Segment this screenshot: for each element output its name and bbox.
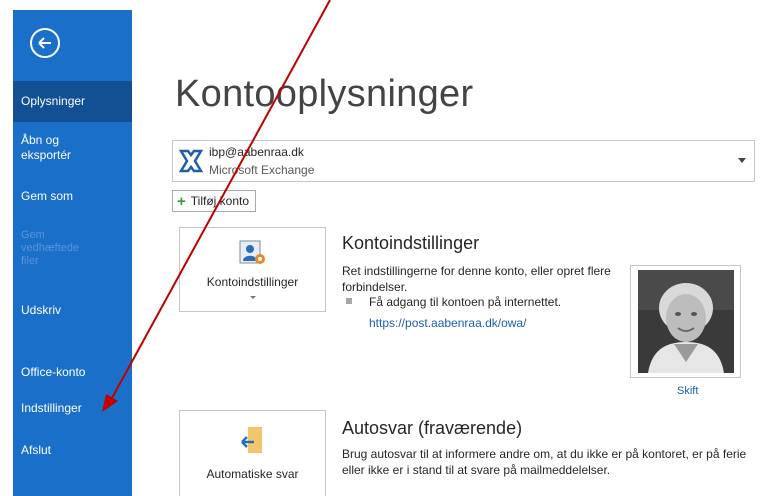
nav-item-oplysninger[interactable]: Oplysninger xyxy=(13,81,132,122)
account-email: ibp@aabenraa.dk xyxy=(209,145,304,159)
plus-icon: + xyxy=(177,192,186,210)
account-settings-button[interactable]: Kontoindstillinger xyxy=(179,227,326,312)
nav-item-gem-som[interactable]: Gem som xyxy=(13,189,132,204)
account-type: Microsoft Exchange xyxy=(209,163,315,177)
nav-item-indstillinger[interactable]: Indstillinger xyxy=(13,401,132,416)
profile-photo-frame xyxy=(630,265,741,378)
chevron-down-icon[interactable] xyxy=(738,158,746,163)
account-settings-title: Kontoindstillinger xyxy=(342,233,480,253)
account-settings-tile-label: Kontoindstillinger xyxy=(206,275,299,289)
back-arrow-icon xyxy=(38,37,51,49)
auto-reply-description: Brug autosvar til at informere andre om,… xyxy=(342,447,747,477)
page-title: Kontooplysninger xyxy=(175,73,474,115)
change-photo-link[interactable]: Skift xyxy=(677,385,698,397)
account-selector[interactable]: ibp@aabenraa.dk Microsoft Exchange xyxy=(172,140,755,182)
auto-reply-title: Autosvar (fraværende) xyxy=(342,418,523,438)
automatic-replies-button[interactable]: Automatiske svar xyxy=(179,410,326,496)
owa-link[interactable]: https://post.aabenraa.dk/owa/ xyxy=(369,316,526,330)
bullet-icon xyxy=(346,298,352,304)
back-button[interactable] xyxy=(30,28,60,58)
automatic-replies-tile-label: Automatiske svar xyxy=(206,467,299,481)
account-settings-description: Ret indstillingerne for denne konto, ell… xyxy=(342,264,611,294)
profile-photo xyxy=(638,270,734,373)
web-access-text: Få adgang til kontoen på internettet. xyxy=(369,295,562,309)
backstage-sidebar: Oplysninger Åbn og eksportér Gem som Gem… xyxy=(13,10,132,496)
exchange-icon xyxy=(178,148,204,174)
add-account-button[interactable]: + Tilføj konto xyxy=(172,190,257,212)
add-account-label: Tilføj konto xyxy=(190,194,250,208)
nav-item-office-konto[interactable]: Office-konto xyxy=(13,365,132,380)
nav-item-gem-vedhaeftede-filer: Gem vedhæftede filer xyxy=(21,229,80,267)
nav-item-udskriv[interactable]: Udskriv xyxy=(13,303,132,318)
account-settings-icon xyxy=(239,240,265,264)
nav-item-aabn-og-eksporter[interactable]: Åbn og eksportér xyxy=(13,133,132,163)
nav-item-afslut[interactable]: Afslut xyxy=(13,443,132,458)
automatic-replies-icon xyxy=(241,427,262,453)
chevron-down-icon xyxy=(250,296,256,299)
